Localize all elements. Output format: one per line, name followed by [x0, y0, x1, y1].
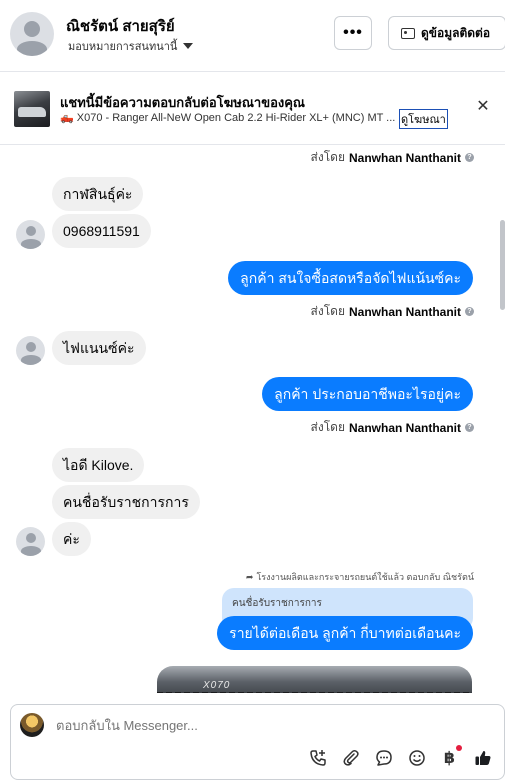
call-icon[interactable]	[308, 748, 327, 767]
conversation-header: ณิชรัตน์ สายสุริย์ มอบหมายการสนทนานี้ ••…	[0, 0, 505, 72]
incoming-message[interactable]: คนชื่อรับราชการการ	[52, 485, 200, 519]
thumbs-up-icon[interactable]	[473, 748, 492, 767]
incoming-message[interactable]: กาฬสินธุ์ค่ะ	[52, 177, 144, 211]
attachment-icon[interactable]	[341, 748, 360, 767]
outgoing-message[interactable]: รายได้ต่อเดือน ลูกค้า กี่บาทต่อเดือนคะ	[217, 616, 473, 650]
photo-plate-text: X070	[203, 680, 231, 691]
caret-down-icon	[183, 43, 194, 49]
assign-conversation-dropdown[interactable]: มอบหมายการสนทนานี้	[68, 37, 194, 55]
view-contact-info-label: ดูข้อมูลติดต่อ	[421, 25, 491, 40]
scrollbar-thumb[interactable]	[500, 220, 505, 310]
outgoing-message[interactable]: ลูกค้า สนใจซื้อสดหรือจัดไฟแน้นซ์คะ	[228, 261, 473, 295]
info-icon[interactable]: ?	[465, 423, 474, 432]
ad-banner-subtitle: 🛻 X070 - Ranger All-NeW Open Cab 2.2 Hi-…	[60, 112, 396, 124]
contact-avatar-small	[16, 220, 45, 249]
contact-avatar-small	[16, 527, 45, 556]
outgoing-photo[interactable]: X070	[157, 666, 472, 693]
view-ad-link[interactable]: ดูโฆษณา	[399, 109, 448, 129]
reply-arrow-icon: ➦	[245, 571, 254, 582]
contact-name[interactable]: ณิชรัตน์ สายสุริย์	[66, 14, 175, 38]
contact-avatar[interactable]	[10, 12, 54, 56]
page-avatar	[20, 713, 44, 737]
close-icon[interactable]: ✕	[475, 99, 491, 115]
message-thread[interactable]: ส่งโดย Nanwhan Nanthanit ? กาฬสินธุ์ค่ะ …	[0, 145, 505, 693]
sent-by-label: ส่งโดย Nanwhan Nanthanit ?	[311, 148, 474, 167]
payment-baht-icon[interactable]: ฿	[440, 745, 462, 767]
ad-banner-title: แชทนี้มีข้อความตอบกลับต่อโฆษณาของคุณ	[60, 95, 305, 110]
incoming-message[interactable]: ไฟแนนซ์ค่ะ	[52, 331, 146, 365]
notification-dot	[456, 745, 462, 751]
reply-context-note: ➦ โรงงานผลิตและกระจายรถยนต์ใช้แล้ว ตอบกล…	[245, 571, 474, 583]
assign-label: มอบหมายการสนทนานี้	[68, 41, 178, 53]
info-icon[interactable]: ?	[465, 153, 474, 162]
reply-input[interactable]	[56, 718, 436, 733]
incoming-message[interactable]: 0968911591	[52, 214, 151, 248]
saved-replies-icon[interactable]	[374, 748, 393, 767]
message-composer: ฿	[10, 704, 505, 780]
view-contact-info-button[interactable]: ดูข้อมูลติดต่อ	[388, 16, 505, 50]
emoji-icon[interactable]	[407, 748, 426, 767]
outgoing-message[interactable]: ลูกค้า ประกอบอาชีพอะไรอยู่คะ	[262, 377, 473, 411]
ad-thumbnail	[14, 91, 50, 127]
sent-by-label: ส่งโดย Nanwhan Nanthanit ?	[311, 302, 474, 321]
more-options-button[interactable]: •••	[334, 16, 372, 50]
sent-by-label: ส่งโดย Nanwhan Nanthanit ?	[311, 418, 474, 437]
composer-toolbar: ฿	[308, 745, 492, 767]
incoming-message[interactable]: ไอดี Kilove.	[52, 448, 145, 482]
contact-card-icon	[401, 27, 415, 39]
info-icon[interactable]: ?	[465, 307, 474, 316]
contact-avatar-small	[16, 336, 45, 365]
incoming-message[interactable]: ค่ะ	[52, 522, 91, 556]
